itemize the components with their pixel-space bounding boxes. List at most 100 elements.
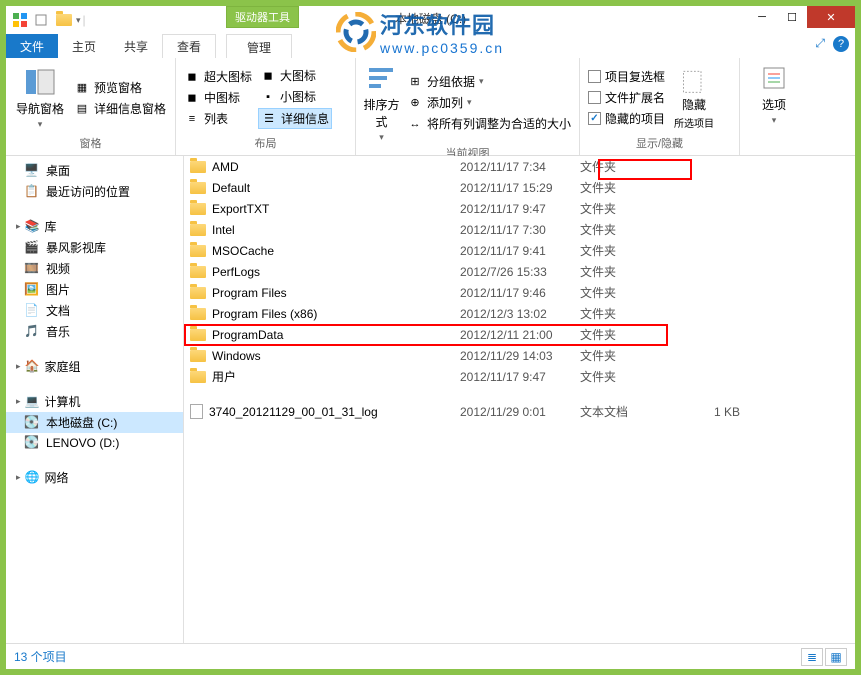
file-row[interactable]: AMD 2012/11/17 7:34 文件夹 xyxy=(184,156,855,177)
sort-label: 排序方式 xyxy=(362,96,401,130)
file-date: 2012/7/26 15:33 xyxy=(460,265,580,279)
item-checkboxes-toggle[interactable]: 项目复选框 xyxy=(586,67,667,86)
details-button[interactable]: ☰详细信息 xyxy=(258,108,332,129)
maximize-button[interactable]: ☐ xyxy=(777,6,807,28)
sort-button[interactable]: 排序方式 ▾ xyxy=(362,62,401,143)
hide-items-button[interactable]: 隐藏 所选项目 xyxy=(671,62,717,133)
file-row[interactable]: Windows 2012/11/29 14:03 文件夹 xyxy=(184,345,855,366)
file-list[interactable]: AMD 2012/11/17 7:34 文件夹 Default 2012/11/… xyxy=(184,156,855,643)
s-icons-button[interactable]: ▪小图标 xyxy=(258,87,332,106)
list-button[interactable]: ≡列表 xyxy=(182,109,254,128)
hide-label: 隐藏 xyxy=(682,96,706,113)
tab-view[interactable]: 查看 xyxy=(162,34,216,58)
tab-file[interactable]: 文件 xyxy=(6,34,58,58)
view-details-icon[interactable]: ≣ xyxy=(801,648,823,666)
file-name: PerfLogs xyxy=(212,265,260,279)
file-type: 文件夹 xyxy=(580,305,670,322)
close-button[interactable]: ✕ xyxy=(807,6,855,28)
fitcols-button[interactable]: ↔将所有列调整为合适的大小 xyxy=(405,114,573,133)
file-type: 文件夹 xyxy=(580,158,670,175)
item-count: 13 个项目 xyxy=(14,648,67,665)
qat-new-icon[interactable] xyxy=(32,10,52,30)
ribbon-tabs: 文件 主页 共享 查看 管理 ⤢ ? xyxy=(6,34,855,58)
file-date: 2012/11/17 9:41 xyxy=(460,244,580,258)
folder-icon xyxy=(190,224,206,236)
file-row[interactable]: Program Files 2012/11/17 9:46 文件夹 xyxy=(184,282,855,303)
file-type: 文件夹 xyxy=(580,221,670,238)
folder-icon xyxy=(190,329,206,341)
folder-icon xyxy=(190,182,206,194)
hide-sublabel: 所选项目 xyxy=(674,115,714,130)
file-date: 2012/11/17 15:29 xyxy=(460,181,580,195)
navigation-pane-button[interactable]: 导航窗格 ▾ xyxy=(12,62,68,133)
hidden-items-toggle[interactable]: 隐藏的项目 xyxy=(586,109,667,128)
file-row[interactable]: ProgramData 2012/12/11 21:00 文件夹 xyxy=(184,324,855,345)
content-area: 🖥️桌面 📋最近访问的位置 ▸📚库 🎬暴风影视库 🎞️视频 🖼️图片 📄文档 🎵… xyxy=(6,156,855,643)
folder-icon xyxy=(190,287,206,299)
file-name: AMD xyxy=(212,160,239,174)
file-row[interactable]: 3740_20121129_00_01_31_log 2012/11/29 0:… xyxy=(184,401,855,422)
nav-network[interactable]: ▸🌐网络 xyxy=(6,467,183,488)
nav-drive-d[interactable]: 💽LENOVO (D:) xyxy=(6,433,183,453)
tab-home[interactable]: 主页 xyxy=(58,34,110,58)
nav-computer[interactable]: ▸💻计算机 xyxy=(6,391,183,412)
qat-open-folder-icon[interactable] xyxy=(54,10,74,30)
nav-drive-c[interactable]: 💽本地磁盘 (C:) xyxy=(6,412,183,433)
tab-manage[interactable]: 管理 xyxy=(227,35,291,59)
file-name: Intel xyxy=(212,223,235,237)
folder-icon xyxy=(190,371,206,383)
help-icon[interactable]: ? xyxy=(833,36,849,52)
file-name: ExportTXT xyxy=(212,202,269,216)
nav-videos[interactable]: 🎞️视频 xyxy=(6,258,183,279)
nav-pictures[interactable]: 🖼️图片 xyxy=(6,279,183,300)
file-extensions-toggle[interactable]: 文件扩展名 xyxy=(586,88,667,107)
file-name: 用户 xyxy=(212,368,236,385)
file-type: 文件夹 xyxy=(580,263,670,280)
group-panes-label: 窗格 xyxy=(12,133,169,151)
file-row[interactable]: 用户 2012/11/17 9:47 文件夹 xyxy=(184,366,855,387)
view-icons-icon[interactable]: ▦ xyxy=(825,648,847,666)
file-type: 文件夹 xyxy=(580,347,670,364)
file-date: 2012/12/3 13:02 xyxy=(460,307,580,321)
qat-dropdown-icon[interactable]: ▾ xyxy=(76,15,81,26)
file-row[interactable]: MSOCache 2012/11/17 9:41 文件夹 xyxy=(184,240,855,261)
file-name: 3740_20121129_00_01_31_log xyxy=(209,405,378,419)
file-row[interactable]: PerfLogs 2012/7/26 15:33 文件夹 xyxy=(184,261,855,282)
file-date: 2012/11/29 14:03 xyxy=(460,349,580,363)
title-bar: ▾ | 驱动器工具 本地磁盘 (C:) ─ ☐ ✕ xyxy=(6,6,855,34)
file-row[interactable]: Default 2012/11/17 15:29 文件夹 xyxy=(184,177,855,198)
app-icon xyxy=(10,10,30,30)
file-name: ProgramData xyxy=(212,328,283,342)
groupby-button[interactable]: ⊞分组依据 ▾ xyxy=(405,72,573,91)
nav-desktop[interactable]: 🖥️桌面 xyxy=(6,160,183,181)
status-bar: 13 个项目 ≣ ▦ xyxy=(6,643,855,669)
minimize-button[interactable]: ─ xyxy=(747,6,777,28)
nav-libraries[interactable]: ▸📚库 xyxy=(6,216,183,237)
file-date: 2012/12/11 21:00 xyxy=(460,328,580,342)
folder-icon xyxy=(190,245,206,257)
file-type: 文件夹 xyxy=(580,242,670,259)
preview-pane-button[interactable]: ▦预览窗格 xyxy=(72,78,168,97)
file-row[interactable]: Program Files (x86) 2012/12/3 13:02 文件夹 xyxy=(184,303,855,324)
nav-homegroup[interactable]: ▸🏠家庭组 xyxy=(6,356,183,377)
nav-baofeng[interactable]: 🎬暴风影视库 xyxy=(6,237,183,258)
nav-music[interactable]: 🎵音乐 xyxy=(6,321,183,342)
ribbon-minimize-icon[interactable]: ⤢ xyxy=(815,36,825,52)
xl-icons-button[interactable]: ◼超大图标 xyxy=(182,67,254,86)
file-date: 2012/11/17 7:34 xyxy=(460,160,580,174)
file-type: 文件夹 xyxy=(580,326,670,343)
details-pane-button[interactable]: ▤详细信息窗格 xyxy=(72,99,168,118)
l-icons-button[interactable]: ◼大图标 xyxy=(258,66,332,85)
file-row[interactable]: Intel 2012/11/17 7:30 文件夹 xyxy=(184,219,855,240)
tab-share[interactable]: 共享 xyxy=(110,34,162,58)
file-name: MSOCache xyxy=(212,244,274,258)
options-button[interactable]: 选项 ▾ xyxy=(746,62,802,126)
addcol-button[interactable]: ⊕添加列 ▾ xyxy=(405,93,573,112)
file-type: 文本文档 xyxy=(580,403,670,420)
nav-recent[interactable]: 📋最近访问的位置 xyxy=(6,181,183,202)
nav-documents[interactable]: 📄文档 xyxy=(6,300,183,321)
contextual-tab-label: 驱动器工具 xyxy=(226,6,299,28)
file-row[interactable]: ExportTXT 2012/11/17 9:47 文件夹 xyxy=(184,198,855,219)
m-icons-button[interactable]: ◼中图标 xyxy=(182,88,254,107)
file-size: 1 KB xyxy=(670,405,740,419)
